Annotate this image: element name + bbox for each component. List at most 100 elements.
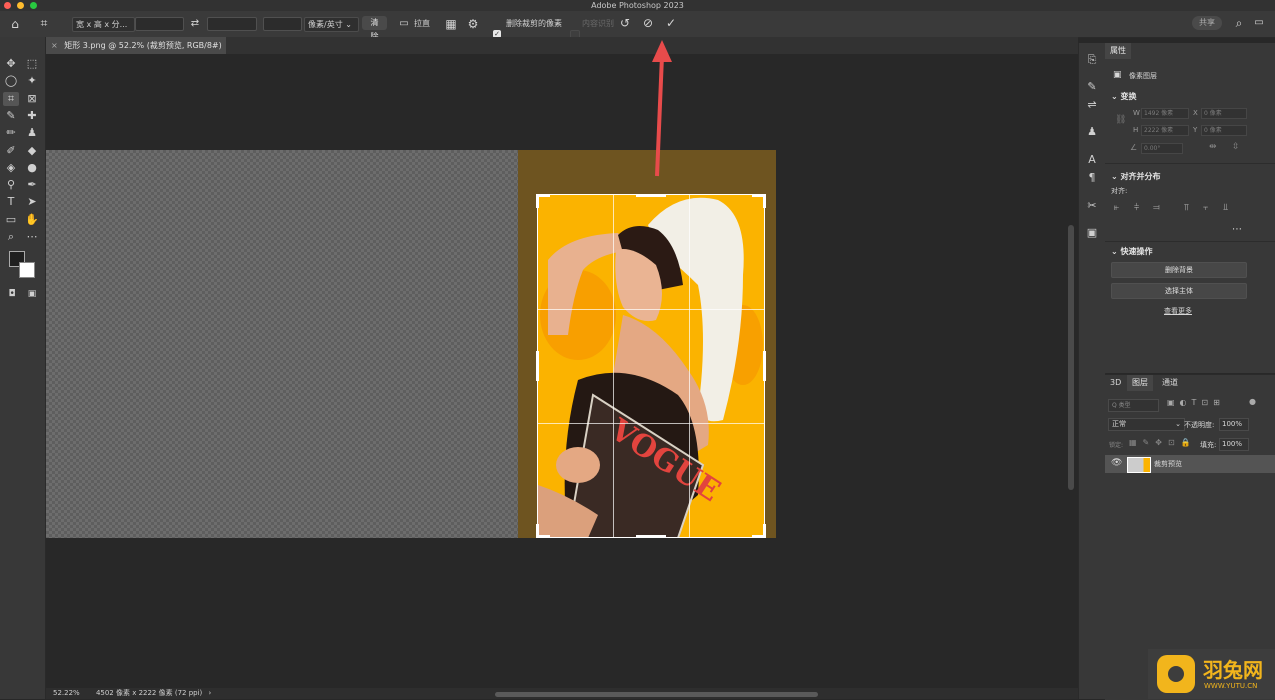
link-icon[interactable]: ⛓ xyxy=(1115,115,1126,125)
gear-icon[interactable]: ⚙ xyxy=(466,17,480,31)
y-field[interactable]: 0 像素 xyxy=(1201,125,1247,136)
tab-properties[interactable]: 属性 xyxy=(1105,43,1131,59)
screen-mode-icon[interactable]: ▣ xyxy=(24,287,40,301)
transform-section-title[interactable]: ⌄ 变换 xyxy=(1111,91,1137,102)
align-section-title[interactable]: ⌄ 对齐并分布 xyxy=(1111,171,1161,182)
quick-mask-icon[interactable]: ◘ xyxy=(4,287,20,301)
crop-handle-bottom-left-v[interactable] xyxy=(536,524,539,538)
align-middle-icon[interactable]: ⫟ xyxy=(1203,203,1208,213)
select-subject-button[interactable]: 选择主体 xyxy=(1111,283,1247,299)
straighten-button[interactable]: 拉直 xyxy=(414,17,430,30)
units-select[interactable]: 像素/英寸 ⌄ xyxy=(304,17,359,32)
crop-handle-top-right-v[interactable] xyxy=(763,194,766,208)
height-field[interactable]: 2222 像素 xyxy=(1141,125,1189,136)
pen-tool-icon[interactable]: ✒ xyxy=(24,178,40,192)
zoom-tool-icon[interactable]: ⌕ xyxy=(3,230,19,244)
home-icon[interactable]: ⌂ xyxy=(8,17,22,31)
export-icon[interactable]: ▣ xyxy=(1084,226,1100,240)
libraries-icon[interactable]: ♟ xyxy=(1084,125,1100,139)
commit-checkmark-icon[interactable]: ✓ xyxy=(664,16,678,30)
visibility-eye-icon[interactable]: 👁 xyxy=(1111,458,1122,468)
align-bottom-icon[interactable]: ⫫ xyxy=(1223,203,1228,213)
align-left-icon[interactable]: ⫦ xyxy=(1114,203,1119,213)
crop-tool-icon[interactable]: ⌗ xyxy=(3,92,19,106)
tab-channels[interactable]: 通道 xyxy=(1157,375,1183,391)
width-input[interactable] xyxy=(135,17,184,31)
angle-field[interactable]: 0.00° xyxy=(1141,143,1183,154)
flip-vertical-icon[interactable]: ⇳ xyxy=(1232,142,1240,152)
layer-row[interactable]: 👁 裁剪预览 xyxy=(1105,455,1275,473)
hand-tool-icon[interactable]: ✋ xyxy=(24,213,40,227)
paint-bucket-icon[interactable]: ◈ xyxy=(3,161,19,175)
close-tab-icon[interactable]: × xyxy=(51,41,58,50)
grid-overlay-icon[interactable]: ▦ xyxy=(444,17,458,31)
see-more-link[interactable]: 查看更多 xyxy=(1105,306,1251,316)
align-center-icon[interactable]: ⫩ xyxy=(1134,203,1139,213)
ratio-select[interactable]: 宽 x 高 x 分... ⌄ xyxy=(72,17,135,42)
workspace-icon[interactable]: ▭ xyxy=(1252,16,1266,30)
rectangle-tool-icon[interactable]: ▭ xyxy=(3,213,19,227)
adjustments-icon[interactable]: ⇌ xyxy=(1084,98,1100,112)
reset-icon[interactable]: ↺ xyxy=(618,16,632,30)
tab-layers[interactable]: 图层 xyxy=(1127,375,1153,391)
share-button[interactable]: 共享 xyxy=(1192,16,1222,30)
fill-field[interactable]: 100% xyxy=(1219,438,1249,451)
document-tab[interactable]: × 矩形 3.png @ 52.2% (裁剪预览, RGB/8#) * xyxy=(46,37,226,67)
quick-actions-title[interactable]: ⌄ 快速操作 xyxy=(1111,246,1153,257)
dodge-tool-icon[interactable]: ⚲ xyxy=(3,178,19,192)
filter-toggle-icon[interactable]: ● xyxy=(1249,397,1256,406)
crop-handle-top[interactable] xyxy=(636,194,666,197)
lock-icons[interactable]: ▦✎✥⊡🔒 xyxy=(1129,438,1197,447)
crop-frame[interactable] xyxy=(537,194,765,538)
crop-handle-bottom-right-v[interactable] xyxy=(763,524,766,538)
status-arrow[interactable]: › xyxy=(209,689,212,697)
tools-icon[interactable]: ✂ xyxy=(1084,199,1100,213)
blend-mode-select[interactable]: 正常 ⌄ xyxy=(1108,418,1185,431)
zoom-level[interactable]: 52.22% xyxy=(53,689,80,697)
align-right-icon[interactable]: ⫤ xyxy=(1153,203,1160,213)
crop-tool-icon[interactable]: ⌗ xyxy=(36,16,52,30)
type-tool-icon[interactable]: T xyxy=(3,195,19,209)
more-tools-icon[interactable]: ⋯ xyxy=(24,230,40,244)
vertical-scrollbar[interactable] xyxy=(1068,225,1074,490)
tab-3d[interactable]: 3D xyxy=(1105,375,1126,391)
blur-tool-icon[interactable]: ● xyxy=(24,161,40,175)
path-select-icon[interactable]: ➤ xyxy=(24,195,40,209)
crop-handle-right[interactable] xyxy=(763,351,766,381)
cancel-icon[interactable]: ⊘ xyxy=(641,16,655,30)
crop-handle-left[interactable] xyxy=(536,351,539,381)
stamp-tool-icon[interactable]: ♟ xyxy=(24,126,40,140)
resolution-input[interactable] xyxy=(263,17,302,31)
align-top-icon[interactable]: ⫪ xyxy=(1184,203,1189,213)
magic-wand-icon[interactable]: ✦ xyxy=(24,74,40,88)
frame-tool-icon[interactable]: ⊠ xyxy=(24,92,40,106)
x-field[interactable]: 0 像素 xyxy=(1201,108,1247,119)
flip-horizontal-icon[interactable]: ⇹ xyxy=(1209,142,1217,152)
height-input[interactable] xyxy=(207,17,257,31)
paragraph-icon[interactable]: ¶ xyxy=(1084,171,1100,185)
remove-background-button[interactable]: 删除背景 xyxy=(1111,262,1247,278)
crop-handle-bottom[interactable] xyxy=(636,535,666,538)
crop-handle-top-left-v[interactable] xyxy=(536,194,539,208)
eraser-icon[interactable]: ◆ xyxy=(24,144,40,158)
healing-brush-icon[interactable]: ✚ xyxy=(24,109,40,123)
brush-tool-icon[interactable]: ✏ xyxy=(3,126,19,140)
clear-button[interactable]: 清除 xyxy=(362,16,387,41)
eyedropper-icon[interactable]: ✎ xyxy=(3,109,19,123)
layer-filter-icons[interactable]: ▣◐T⊡⊞ xyxy=(1167,398,1225,407)
width-field[interactable]: 1492 像素 xyxy=(1141,108,1189,119)
marquee-tool-icon[interactable]: ⬚ xyxy=(24,57,40,71)
layer-filter-select[interactable]: Q 类型 xyxy=(1108,399,1159,412)
history-brush-icon[interactable]: ✐ xyxy=(3,144,19,158)
opacity-field[interactable]: 100% xyxy=(1219,418,1249,431)
move-tool-icon[interactable]: ✥ xyxy=(3,57,19,71)
more-options-icon[interactable]: ⋯ xyxy=(1232,224,1242,235)
brush-settings-icon[interactable]: ✎ xyxy=(1084,80,1100,94)
horizontal-scrollbar[interactable] xyxy=(495,692,818,697)
background-color-swatch[interactable] xyxy=(19,262,35,278)
swap-icon[interactable]: ⇄ xyxy=(188,17,202,31)
lasso-tool-icon[interactable]: ◯ xyxy=(3,74,19,88)
straighten-icon[interactable]: ▭ xyxy=(397,17,411,31)
history-icon[interactable]: ⎘ xyxy=(1084,53,1100,67)
search-icon[interactable]: ⌕ xyxy=(1232,16,1246,30)
